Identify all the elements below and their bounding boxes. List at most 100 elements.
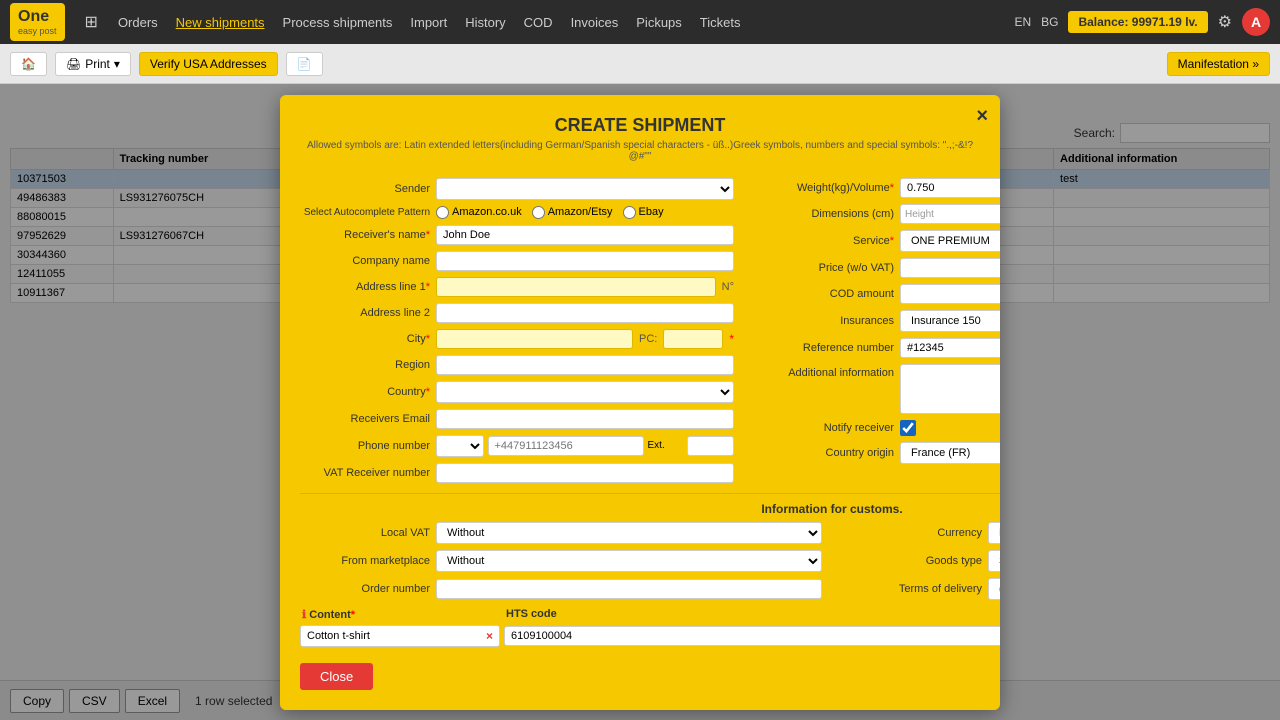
phone-ext-label: Ext. [648, 440, 683, 451]
grid-icon[interactable]: ⊞ [85, 12, 98, 32]
postcode-input[interactable] [663, 329, 723, 349]
dimensions-row: Dimensions (cm) [754, 204, 1000, 224]
vat-input[interactable] [436, 463, 734, 483]
phone-label: Phone number [300, 440, 430, 452]
notify-checkbox[interactable] [900, 420, 916, 436]
currency-select[interactable]: EUR [988, 522, 1000, 544]
city-input[interactable] [436, 329, 633, 349]
lang-en[interactable]: EN [1014, 15, 1031, 29]
city-label: City* [300, 333, 430, 345]
sender-label: Sender [300, 183, 430, 195]
currency-label: Currency [842, 527, 982, 539]
reference-input[interactable] [900, 338, 1000, 358]
radio-amazon-uk[interactable]: Amazon.co.uk [436, 206, 522, 219]
balance-button[interactable]: Balance: 99971.19 lv. [1068, 11, 1207, 33]
price-row: Price (w/o VAT) [754, 258, 1000, 278]
logo-line2: easy post [18, 26, 57, 37]
address1-label: Address line 1* [300, 281, 430, 293]
service-row: Service* ONE PREMIUM [754, 230, 1000, 252]
user-button[interactable]: A [1242, 8, 1270, 36]
weight-row: Weight(kg)/Volume* [754, 178, 1000, 198]
modal-body: Sender Select Autocomplete Pattern Amazo… [300, 178, 980, 690]
item-remove-button[interactable]: × [486, 629, 493, 643]
nav-orders[interactable]: Orders [118, 15, 158, 30]
marketplace-select[interactable]: Without [436, 550, 822, 572]
terms-delivery-row: Terms of delivery (DAP)Delivered At Plac… [842, 578, 1000, 600]
local-vat-row: Local VAT Without [300, 522, 822, 544]
sender-select[interactable] [436, 178, 734, 200]
hts-code-input[interactable] [504, 626, 1000, 646]
cod-row: COD amount EUR [754, 284, 1000, 304]
phone-input[interactable] [488, 436, 644, 456]
address1-input[interactable] [436, 277, 716, 297]
nav-import[interactable]: Import [410, 15, 447, 30]
nav-new-shipments[interactable]: New shipments [176, 15, 265, 30]
insurance-select[interactable]: Insurance 150 [900, 310, 1000, 332]
modal-close-button[interactable]: × [976, 105, 988, 128]
radio-amazon-etsy[interactable]: Amazon/Etsy [532, 206, 613, 219]
email-input[interactable] [436, 409, 734, 429]
local-vat-select[interactable]: Without [436, 522, 822, 544]
hts-col-header: HTS code [506, 608, 1000, 621]
hts-wrap: × ▾ 🔍 [504, 626, 1000, 646]
form-right: Weight(kg)/Volume* Dimensions (cm) [754, 178, 1000, 483]
print-button[interactable]: 🖨 Print ▾ [55, 52, 131, 76]
content-header: ℹ Content* HTS code Quantity S. value Ad… [300, 608, 1000, 621]
nav-invoices[interactable]: Invoices [571, 15, 619, 30]
modal-title: CREATE SHIPMENT [300, 115, 980, 136]
order-number-row: Order number [300, 578, 822, 600]
verify-usa-button[interactable]: Verify USA Addresses [139, 52, 278, 76]
receiver-name-input[interactable] [436, 225, 734, 245]
weight-inputs [900, 178, 1000, 198]
home-button[interactable]: 🏠 [10, 52, 47, 76]
cod-label: COD amount [754, 288, 894, 300]
country-select[interactable] [436, 381, 734, 403]
height-input[interactable] [900, 204, 1000, 224]
cod-input[interactable] [900, 284, 1000, 304]
service-label: Service* [754, 235, 894, 247]
customs-grid: Local VAT Without Currency EUR From mark… [300, 522, 1000, 600]
nav-history[interactable]: History [465, 15, 505, 30]
weight-input[interactable] [900, 178, 1000, 198]
country-origin-label: Country origin [754, 447, 894, 459]
region-input[interactable] [436, 355, 734, 375]
print-icon: 🖨 [66, 57, 81, 71]
logo: One easy post [10, 3, 65, 41]
manifest-button[interactable]: Manifestation » [1167, 52, 1270, 76]
item-tag: Cotton t-shirt × [300, 625, 500, 647]
service-select[interactable]: ONE PREMIUM [900, 230, 1000, 252]
gear-icon[interactable]: ⚙ [1218, 12, 1232, 32]
nav-pickups[interactable]: Pickups [636, 15, 682, 30]
nav-process-shipments[interactable]: Process shipments [283, 15, 393, 30]
city-row: City* PC: * [300, 329, 734, 349]
nav-cod[interactable]: COD [524, 15, 553, 30]
phone-row: Phone number Ext. [300, 435, 734, 457]
terms-delivery-select[interactable]: (DAP)Delivered At Place (named place of … [988, 578, 1000, 600]
additional-row: Additional information [754, 364, 1000, 414]
company-input[interactable] [436, 251, 734, 271]
marketplace-label: From marketplace [300, 555, 430, 567]
doc-button[interactable]: 📄 [286, 52, 323, 76]
radio-ebay[interactable]: Ebay [623, 206, 664, 219]
phone-code-select[interactable] [436, 435, 484, 457]
modal-close-btn[interactable]: Close [300, 663, 373, 690]
address2-input[interactable] [436, 303, 734, 323]
price-input[interactable] [900, 258, 1000, 278]
address2-label: Address line 2 [300, 307, 430, 319]
additional-textarea[interactable] [900, 364, 1000, 414]
dimension-inputs [900, 204, 1000, 224]
phone-ext-input[interactable] [687, 436, 735, 456]
country-origin-select[interactable]: France (FR) [900, 442, 1000, 464]
order-number-input[interactable] [436, 579, 822, 599]
country-origin-row: Country origin France (FR) [754, 442, 1000, 464]
toolbar: 🏠 🖨 Print ▾ Verify USA Addresses 📄 Manif… [0, 44, 1280, 84]
reference-row: Reference number [754, 338, 1000, 358]
nav-tickets[interactable]: Tickets [700, 15, 741, 30]
info-icon: ℹ [302, 609, 306, 621]
goods-type-select[interactable]: Sale of Goods [988, 550, 1000, 572]
modal-footer: Close Save [300, 663, 1000, 690]
insurance-label: Insurances [754, 315, 894, 327]
receiver-name-row: Receiver's name* [300, 225, 734, 245]
lang-bg[interactable]: BG [1041, 15, 1058, 29]
dimensions-label: Dimensions (cm) [754, 208, 894, 220]
